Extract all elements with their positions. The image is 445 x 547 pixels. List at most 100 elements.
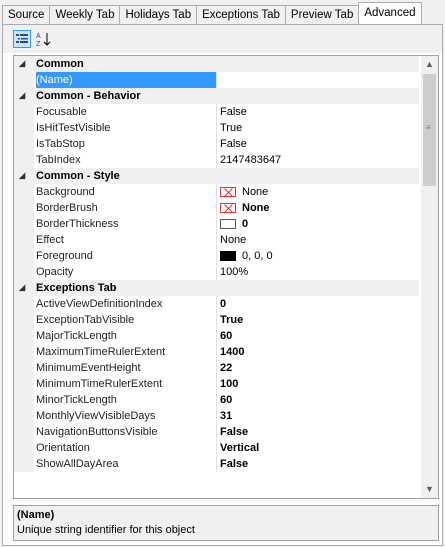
vertical-scrollbar[interactable]: ▲ ≡ ▼: [421, 56, 438, 498]
property-name[interactable]: ShowAllDayArea: [36, 456, 217, 472]
property-name[interactable]: BorderBrush: [36, 200, 217, 216]
property-row[interactable]: IsTabStop False: [14, 136, 419, 152]
property-name[interactable]: Effect: [36, 232, 217, 248]
property-row[interactable]: BorderBrush None: [14, 200, 419, 216]
tab-exceptions[interactable]: Exceptions Tab: [196, 5, 286, 24]
category-row[interactable]: ◢ Common - Behavior: [14, 88, 419, 104]
property-value-cell[interactable]: 0: [220, 296, 226, 312]
property-row[interactable]: TabIndex 2147483647: [14, 152, 419, 168]
row-gutter: [14, 72, 34, 88]
property-row[interactable]: MonthlyViewVisibleDays 31: [14, 408, 419, 424]
alphabetical-button[interactable]: A Z: [35, 30, 53, 48]
category-row[interactable]: ◢ Exceptions Tab: [14, 280, 419, 296]
property-row[interactable]: MinorTickLength 60: [14, 392, 419, 408]
tab-weekly[interactable]: Weekly Tab: [49, 5, 121, 24]
property-row[interactable]: MaximumTimeRulerExtent 1400: [14, 344, 419, 360]
property-value-cell[interactable]: None: [220, 232, 246, 248]
categorized-button[interactable]: [13, 30, 31, 48]
property-row[interactable]: ExceptionTabVisible True: [14, 312, 419, 328]
property-row[interactable]: Background None: [14, 184, 419, 200]
property-name[interactable]: Orientation: [36, 440, 217, 456]
property-value-cell[interactable]: False: [220, 456, 248, 472]
no-brush-icon: [220, 187, 236, 198]
property-name[interactable]: MonthlyViewVisibleDays: [36, 408, 217, 424]
property-value-cell[interactable]: 22: [220, 360, 232, 376]
property-row[interactable]: Foreground 0, 0, 0: [14, 248, 419, 264]
property-value: 0: [242, 218, 249, 230]
property-name[interactable]: ActiveViewDefinitionIndex: [36, 296, 217, 312]
collapse-icon[interactable]: ◢: [19, 88, 25, 104]
property-value-cell[interactable]: 1400: [220, 344, 244, 360]
row-gutter: [14, 264, 34, 280]
category-row[interactable]: ◢ Common - Style: [14, 168, 419, 184]
color-swatch-icon: [220, 251, 236, 262]
property-name[interactable]: (Name): [36, 72, 217, 88]
property-value-cell[interactable]: True: [220, 120, 242, 136]
property-value-cell[interactable]: False: [220, 136, 247, 152]
row-gutter: [14, 392, 34, 408]
property-name[interactable]: BorderThickness: [36, 216, 217, 232]
property-value: None: [242, 202, 270, 214]
tab-preview[interactable]: Preview Tab: [284, 5, 360, 24]
property-value-cell[interactable]: False: [220, 424, 248, 440]
property-row[interactable]: Focusable False: [14, 104, 419, 120]
property-value-cell[interactable]: 2147483647: [220, 152, 281, 168]
scroll-up-icon[interactable]: ▲: [421, 56, 438, 73]
property-value-cell[interactable]: 0, 0, 0: [220, 248, 273, 264]
svg-text:A: A: [36, 33, 41, 40]
property-name[interactable]: IsHitTestVisible: [36, 120, 217, 136]
property-name[interactable]: NavigationButtonsVisible: [36, 424, 217, 440]
property-name[interactable]: TabIndex: [36, 152, 217, 168]
property-row[interactable]: Orientation Vertical: [14, 440, 419, 456]
property-name[interactable]: Background: [36, 184, 217, 200]
property-row[interactable]: MinimumTimeRulerExtent 100: [14, 376, 419, 392]
property-value-cell[interactable]: 0: [220, 216, 248, 232]
collapse-icon[interactable]: ◢: [19, 280, 25, 296]
row-gutter: [14, 408, 34, 424]
property-name[interactable]: Focusable: [36, 104, 217, 120]
row-gutter: [14, 216, 34, 232]
property-row[interactable]: ActiveViewDefinitionIndex 0: [14, 296, 419, 312]
scroll-down-icon[interactable]: ▼: [421, 481, 438, 498]
scroll-thumb[interactable]: ≡: [423, 74, 436, 186]
collapse-icon[interactable]: ◢: [19, 56, 25, 72]
property-row[interactable]: BorderThickness 0: [14, 216, 419, 232]
property-row[interactable]: NavigationButtonsVisible False: [14, 424, 419, 440]
property-value-cell[interactable]: Vertical: [220, 440, 259, 456]
property-row[interactable]: MajorTickLength 60: [14, 328, 419, 344]
property-value-cell[interactable]: 31: [220, 408, 232, 424]
row-gutter: [14, 328, 34, 344]
property-name[interactable]: IsTabStop: [36, 136, 217, 152]
property-row[interactable]: MinimumEventHeight 22: [14, 360, 419, 376]
category-row[interactable]: ◢ Common: [14, 56, 419, 72]
property-value-cell[interactable]: None: [220, 200, 270, 216]
property-row[interactable]: IsHitTestVisible True: [14, 120, 419, 136]
property-value-cell[interactable]: 100%: [220, 264, 248, 280]
property-value-cell[interactable]: 60: [220, 392, 232, 408]
property-name[interactable]: MinimumEventHeight: [36, 360, 217, 376]
property-value-cell[interactable]: 100: [220, 376, 238, 392]
property-row[interactable]: (Name): [14, 72, 419, 88]
category-label: Exceptions Tab: [36, 282, 117, 294]
property-name[interactable]: MaximumTimeRulerExtent: [36, 344, 217, 360]
tab-holidays[interactable]: Holidays Tab: [119, 5, 198, 24]
property-name[interactable]: MajorTickLength: [36, 328, 217, 344]
property-name[interactable]: Foreground: [36, 248, 217, 264]
tab-source[interactable]: Source: [2, 5, 51, 24]
property-name[interactable]: MinimumTimeRulerExtent: [36, 376, 217, 392]
collapse-icon[interactable]: ◢: [19, 168, 25, 184]
property-row[interactable]: Effect None: [14, 232, 419, 248]
row-gutter: [14, 360, 34, 376]
tab-advanced[interactable]: Advanced: [358, 2, 422, 24]
property-value-cell[interactable]: False: [220, 104, 247, 120]
property-value-cell[interactable]: True: [220, 312, 243, 328]
property-name[interactable]: MinorTickLength: [36, 392, 217, 408]
property-value: True: [220, 314, 244, 326]
property-name[interactable]: Opacity: [36, 264, 217, 280]
property-row[interactable]: Opacity 100%: [14, 264, 419, 280]
property-name[interactable]: ExceptionTabVisible: [36, 312, 217, 328]
row-gutter: [14, 296, 34, 312]
property-row[interactable]: ShowAllDayArea False: [14, 456, 419, 472]
property-value-cell[interactable]: 60: [220, 328, 232, 344]
property-value-cell[interactable]: None: [220, 184, 268, 200]
